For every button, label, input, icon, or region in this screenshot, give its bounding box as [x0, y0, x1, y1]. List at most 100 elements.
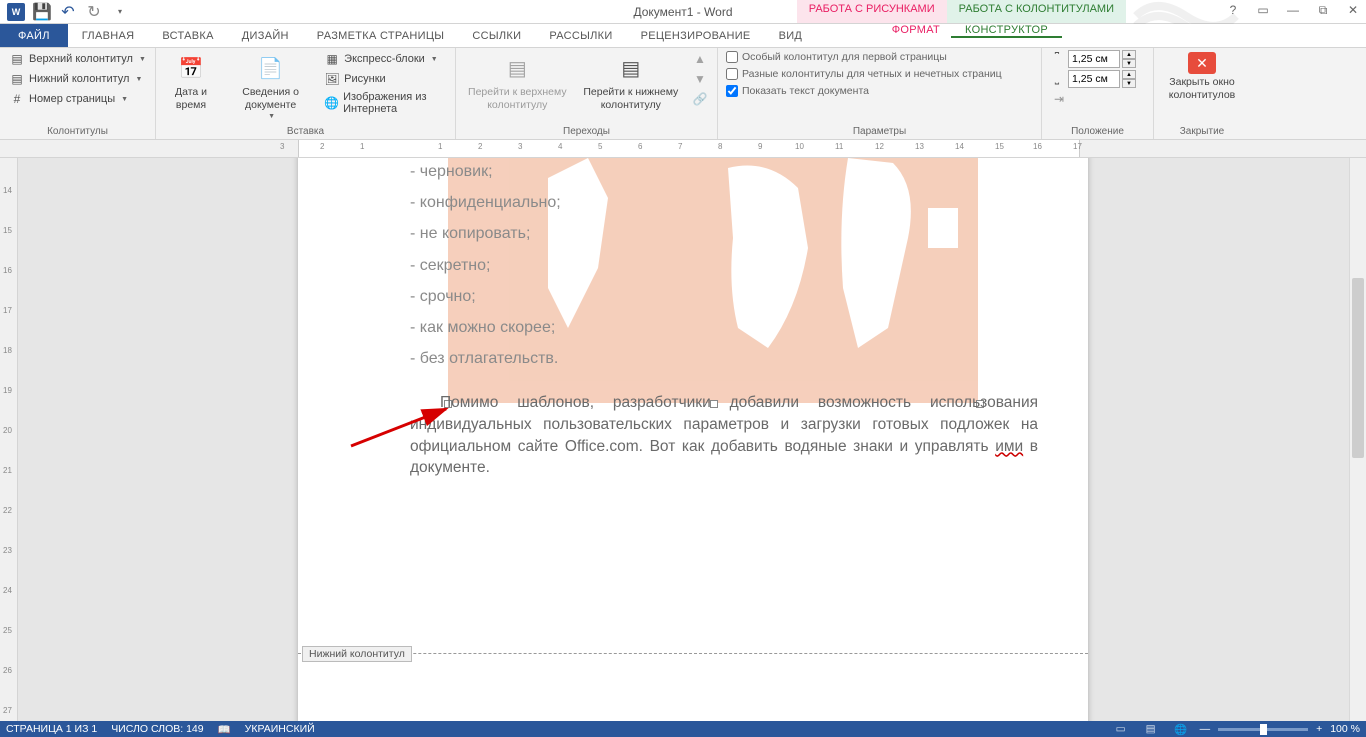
goto-header-button: ▤Перейти к верхнему колонтитулу [462, 50, 573, 113]
word-icon: W [4, 2, 28, 22]
group-label-navigation: Переходы [456, 126, 717, 137]
group-label-close: Закрытие [1154, 126, 1250, 137]
tab-constructor[interactable]: КОНСТРУКТОР [951, 24, 1062, 38]
status-language[interactable]: УКРАИНСКИЙ [245, 723, 315, 735]
goto-footer-button[interactable]: ▤Перейти к нижнему колонтитулу [577, 50, 685, 113]
header-position-icon: ⎴ [1048, 51, 1066, 67]
tab-design[interactable]: ДИЗАЙН [228, 24, 303, 47]
onlinepics-icon: 🌐 [324, 95, 339, 111]
show-doc-text-checkbox[interactable]: Показать текст документа [724, 84, 1004, 98]
tab-format[interactable]: ФОРМАТ [878, 24, 954, 36]
spinner-up-button[interactable]: ▲ [1122, 70, 1136, 79]
context-tabs: РАБОТА С РИСУНКАМИ РАБОТА С КОЛОНТИТУЛАМ… [797, 0, 1126, 23]
maximize-button[interactable]: ⧉ [1314, 2, 1332, 18]
odd-even-checkbox[interactable]: Разные колонтитулы для четных и нечетных… [724, 67, 1004, 81]
qat-customize-button[interactable]: ▾ [108, 2, 132, 22]
footer-from-bottom-spinner[interactable]: ⎵ ▲▼ [1048, 70, 1136, 88]
context-tab-pictures: РАБОТА С РИСУНКАМИ [797, 0, 947, 23]
close-header-footer-button[interactable]: ✕ Закрыть окно колонтитулов [1160, 50, 1244, 103]
status-spell-icon[interactable]: 📖 [218, 723, 231, 736]
calendar-icon: 📅 [175, 52, 207, 84]
view-read-button[interactable]: ▭ [1110, 722, 1132, 736]
docinfo-icon: 📄 [255, 52, 287, 84]
vertical-scrollbar[interactable] [1349, 158, 1366, 721]
ribbon-display-button[interactable]: ▭ [1254, 2, 1272, 18]
quick-parts-button[interactable]: ▦Экспресс-блоки▼ [321, 50, 449, 68]
group-label-position: Положение [1042, 126, 1153, 137]
page[interactable]: - черновик; - конфиденциально; - не копи… [298, 158, 1088, 721]
prev-section-button: ▲ [689, 50, 711, 68]
page-number-button[interactable]: #Номер страницы▼ [6, 90, 149, 108]
header-icon: ▤ [9, 51, 25, 67]
close-icon: ✕ [1188, 52, 1216, 74]
context-tab-headerfooter: РАБОТА С КОЛОНТИТУЛАМИ [947, 0, 1126, 23]
ribbon-group-close: ✕ Закрыть окно колонтитулов Закрытие [1154, 48, 1250, 139]
footer-button[interactable]: ▤Нижний колонтитул▼ [6, 70, 149, 88]
ribbon-group-navigation: ▤Перейти к верхнему колонтитулу ▤Перейти… [456, 48, 718, 139]
ribbon-tabs: ФАЙЛ ГЛАВНАЯ ВСТАВКА ДИЗАЙН РАЗМЕТКА СТР… [0, 24, 1366, 48]
footer-label: Нижний колонтитул [302, 646, 412, 662]
link-previous-button: 🔗 [689, 90, 711, 108]
document-info-button[interactable]: 📄Сведения о документе▼ [224, 50, 317, 122]
save-button[interactable]: 💾 [30, 2, 54, 22]
tab-review[interactable]: РЕЦЕНЗИРОВАНИЕ [627, 24, 765, 47]
view-print-button[interactable]: ▤ [1140, 722, 1162, 736]
footer-from-bottom-input[interactable] [1068, 70, 1120, 88]
footer-icon: ▤ [9, 71, 25, 87]
close-button[interactable]: ✕ [1344, 2, 1362, 18]
document-area[interactable]: - черновик; - конфиденциально; - не копи… [18, 158, 1366, 721]
minimize-button[interactable]: — [1284, 2, 1302, 18]
tab-file[interactable]: ФАЙЛ [0, 24, 68, 47]
redo-button[interactable]: ↻ [82, 2, 106, 22]
scrollbar-thumb[interactable] [1352, 278, 1364, 458]
title-bar: W 💾 ↶ ↻ ▾ Документ1 - Word РАБОТА С РИСУ… [0, 0, 1366, 24]
goto-footer-icon: ▤ [615, 52, 647, 84]
tab-home[interactable]: ГЛАВНАЯ [68, 24, 149, 47]
paragraph-text: Помимо шаблонов, разработчики добавили в… [410, 392, 1038, 479]
spinner-down-button[interactable]: ▼ [1122, 79, 1136, 88]
tab-view[interactable]: ВИД [765, 24, 817, 47]
group-label-insert: Вставка [156, 126, 455, 137]
tab-layout[interactable]: РАЗМЕТКА СТРАНИЦЫ [303, 24, 459, 47]
pictures-button[interactable]: 🖼Рисунки [321, 70, 449, 88]
zoom-slider[interactable] [1218, 728, 1308, 731]
group-label-parameters: Параметры [718, 126, 1041, 137]
quickparts-icon: ▦ [324, 51, 340, 67]
next-section-button: ▼ [689, 70, 711, 88]
zoom-level[interactable]: 100 % [1330, 723, 1360, 735]
first-page-checkbox[interactable]: Особый колонтитул для первой страницы [724, 50, 1004, 64]
pagenum-icon: # [9, 91, 25, 107]
zoom-in-button[interactable]: + [1316, 723, 1322, 735]
header-button[interactable]: ▤Верхний колонтитул▼ [6, 50, 149, 68]
ribbon-group-position: ⎴ ▲▼ ⎵ ▲▼ ⇥ Положение [1042, 48, 1154, 139]
goto-header-icon: ▤ [501, 52, 533, 84]
horizontal-ruler[interactable]: 3 2 1 1 2 3 4 5 6 7 8 9 10 11 12 13 14 1… [0, 140, 1366, 158]
vertical-ruler[interactable]: 14 15 16 17 18 19 20 21 22 23 24 25 26 2… [0, 158, 18, 721]
header-from-top-input[interactable] [1068, 50, 1120, 68]
status-word-count[interactable]: ЧИСЛО СЛОВ: 149 [111, 723, 203, 735]
footer-divider [298, 653, 1088, 654]
quick-access-toolbar: W 💾 ↶ ↻ ▾ [0, 2, 132, 22]
zoom-out-button[interactable]: — [1200, 723, 1211, 735]
status-page[interactable]: СТРАНИЦА 1 ИЗ 1 [6, 723, 97, 735]
ribbon-group-insert: 📅Дата и время 📄Сведения о документе▼ ▦Эк… [156, 48, 456, 139]
document-title: Документ1 - Word [633, 5, 732, 19]
online-pictures-button[interactable]: 🌐Изображения из Интернета [321, 90, 449, 116]
datetime-button[interactable]: 📅Дата и время [162, 50, 220, 113]
align-icon: ⇥ [1051, 91, 1067, 107]
tab-mailings[interactable]: РАССЫЛКИ [535, 24, 626, 47]
spinner-down-button[interactable]: ▼ [1122, 59, 1136, 68]
align-tab-button[interactable]: ⇥ [1048, 90, 1136, 108]
undo-button[interactable]: ↶ [56, 2, 80, 22]
group-label-headerfooter: Колонтитулы [0, 126, 155, 137]
status-bar: СТРАНИЦА 1 ИЗ 1 ЧИСЛО СЛОВ: 149 📖 УКРАИН… [0, 721, 1366, 737]
footer-position-icon: ⎵ [1048, 71, 1066, 87]
ribbon-group-parameters: Особый колонтитул для первой страницы Ра… [718, 48, 1042, 139]
pictures-icon: 🖼 [324, 71, 340, 87]
view-web-button[interactable]: 🌐 [1170, 722, 1192, 736]
tab-references[interactable]: ССЫЛКИ [458, 24, 535, 47]
tab-insert[interactable]: ВСТАВКА [148, 24, 227, 47]
spinner-up-button[interactable]: ▲ [1122, 50, 1136, 59]
header-from-top-spinner[interactable]: ⎴ ▲▼ [1048, 50, 1136, 68]
ribbon-group-headerfooter: ▤Верхний колонтитул▼ ▤Нижний колонтитул▼… [0, 48, 156, 139]
